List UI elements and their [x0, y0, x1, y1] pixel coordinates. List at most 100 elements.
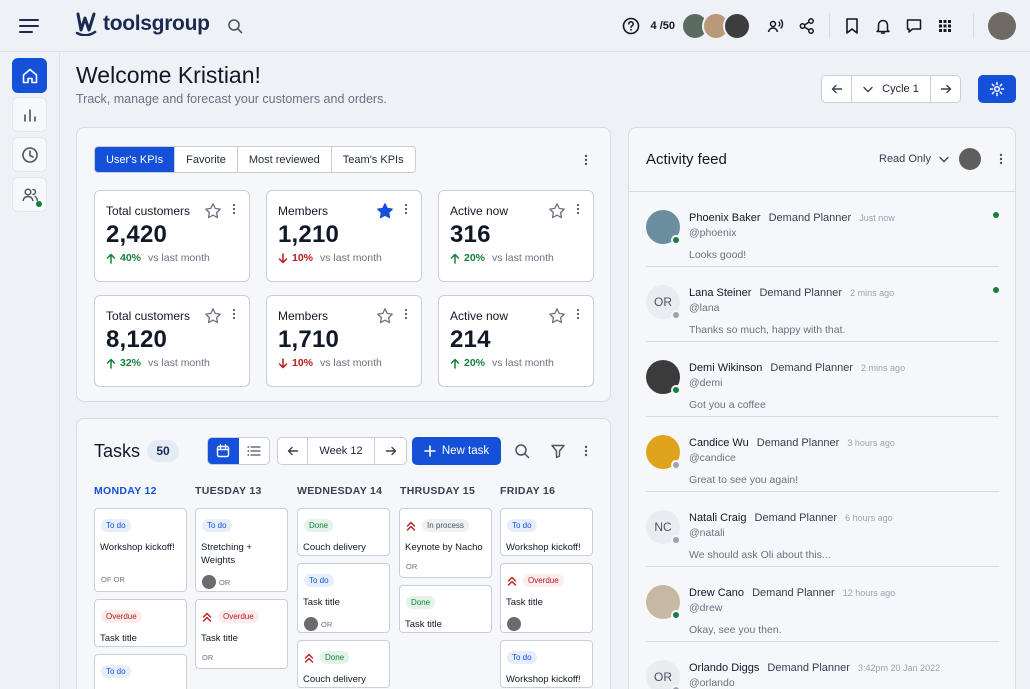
cycle-label: Cycle 1	[882, 83, 919, 95]
task-card[interactable]: Overdue Task title OR	[195, 599, 288, 669]
kpi-card[interactable]: Total customers 8,120 32% vs last month	[94, 295, 250, 387]
user-avatars[interactable]	[681, 12, 751, 40]
task-title: Couch delivery	[303, 542, 366, 553]
feed-avatar[interactable]	[646, 435, 681, 470]
cycle-dropdown[interactable]: Cycle 1	[852, 76, 930, 102]
task-card[interactable]: Overdue Task title	[94, 599, 187, 647]
feed-item[interactable]: NC Natali Craig Demand Planner 6 hours a…	[646, 492, 999, 567]
task-card[interactable]: Done Couch delivery	[297, 508, 390, 556]
feed-avatar[interactable]	[646, 210, 681, 245]
broadcast-icon[interactable]	[765, 16, 785, 36]
day-header: WEDNESDAY 14	[297, 485, 383, 497]
star-icon[interactable]	[548, 307, 566, 325]
task-card[interactable]: To do Workshop kickoff!	[500, 508, 593, 556]
feed-item[interactable]: Candice Wu Demand Planner 3 hours ago @c…	[646, 417, 999, 492]
star-icon[interactable]	[204, 307, 222, 325]
more-options-icon[interactable]	[232, 308, 236, 320]
tab-users-kpis[interactable]: User's KPIs	[95, 147, 176, 172]
feed-avatar[interactable]: NC	[646, 510, 681, 545]
week-label[interactable]: Week 12	[308, 438, 374, 464]
more-options-icon[interactable]	[576, 203, 580, 215]
more-options-icon[interactable]	[232, 203, 236, 215]
star-icon[interactable]	[376, 202, 394, 220]
bell-icon[interactable]	[873, 16, 893, 36]
tab-teams-kpis[interactable]: Team's KPIs	[332, 147, 415, 172]
task-card[interactable]: Done Couch delivery	[297, 640, 390, 688]
chat-icon[interactable]	[904, 16, 924, 36]
search-icon[interactable]	[514, 443, 530, 459]
settings-button[interactable]	[978, 75, 1016, 103]
feed-user-name[interactable]: Orlando Diggs	[689, 662, 759, 674]
task-status-badge: To do	[507, 519, 537, 532]
star-icon[interactable]	[548, 202, 566, 220]
feed-user-name[interactable]: Demi Wikinson	[689, 362, 762, 374]
share-icon[interactable]	[797, 16, 817, 36]
avatar[interactable]	[959, 148, 981, 170]
task-card[interactable]: To do Workshop kickoff!	[94, 654, 187, 689]
tab-most-reviewed[interactable]: Most reviewed	[238, 147, 332, 172]
feed-avatar[interactable]	[646, 360, 681, 395]
feed-user-name[interactable]: Lana Steiner	[689, 287, 751, 299]
search-icon[interactable]	[225, 16, 245, 36]
menu-icon[interactable]	[18, 15, 40, 37]
week-prev-button[interactable]	[278, 438, 308, 464]
more-options-icon[interactable]	[578, 443, 594, 459]
filter-icon[interactable]	[550, 443, 566, 459]
kpi-card[interactable]: Active now 214 20% vs last month	[438, 295, 594, 387]
kpi-card[interactable]: Total customers 2,420 40% vs last month	[94, 190, 250, 282]
read-only-dropdown[interactable]: Read Only	[879, 153, 949, 165]
cycle-prev-button[interactable]	[822, 76, 852, 102]
kpi-title: Members	[278, 309, 329, 323]
task-card[interactable]: Done Task title	[399, 585, 492, 633]
kpi-card[interactable]: Active now 316 20% vs last month	[438, 190, 594, 282]
list-view-button[interactable]	[239, 438, 270, 464]
bookmark-icon[interactable]	[842, 16, 862, 36]
feed-item[interactable]: Demi Wikinson Demand Planner 2 mins ago …	[646, 342, 999, 417]
more-options-icon[interactable]	[993, 151, 1009, 167]
brand-logo[interactable]: toolsgroup	[75, 12, 210, 36]
day-header: FRIDAY 16	[500, 485, 556, 497]
feed-avatar[interactable]: OR	[646, 285, 681, 320]
feed-avatar[interactable]	[646, 585, 681, 620]
new-task-button[interactable]: New task	[412, 437, 501, 465]
task-card[interactable]: To do Workshop kickoff!	[500, 640, 593, 688]
task-status-badge: Done	[304, 519, 334, 532]
sidebar-item-history[interactable]	[12, 137, 47, 172]
feed-user-name[interactable]: Candice Wu	[689, 437, 749, 449]
task-status-badge: In process	[422, 519, 469, 532]
sidebar-item-team[interactable]	[12, 177, 47, 212]
calendar-view-button[interactable]	[208, 438, 239, 464]
star-icon[interactable]	[376, 307, 394, 325]
task-card[interactable]: Overdue Task title	[500, 563, 593, 633]
cycle-next-button[interactable]	[930, 76, 960, 102]
sidebar-item-home[interactable]	[12, 58, 47, 93]
feed-item[interactable]: OR Lana Steiner Demand Planner 2 mins ag…	[646, 267, 999, 342]
more-options-icon[interactable]	[578, 152, 594, 168]
feed-item[interactable]: Phoenix Baker Demand Planner Just now @p…	[646, 192, 999, 267]
more-options-icon[interactable]	[404, 203, 408, 215]
feed-item[interactable]: OR Orlando Diggs Demand Planner 3:42pm 2…	[646, 642, 999, 689]
task-card[interactable]: To do Stretching + Weights OR	[195, 508, 288, 592]
task-status-badge: To do	[507, 651, 537, 664]
kpi-card[interactable]: Members 1,710 10% vs last month	[266, 295, 422, 387]
feed-user-name[interactable]: Phoenix Baker	[689, 212, 761, 224]
kpi-card[interactable]: Members 1,210 10% vs last month	[266, 190, 422, 282]
more-options-icon[interactable]	[576, 308, 580, 320]
feed-user-name[interactable]: Natali Craig	[689, 512, 746, 524]
more-options-icon[interactable]	[404, 308, 408, 320]
task-card[interactable]: In process Keynote by Nacho OR	[399, 508, 492, 578]
week-next-button[interactable]	[374, 438, 406, 464]
sidebar-item-charts[interactable]	[12, 97, 47, 132]
task-card[interactable]: To do Workshop kickoff! OF OR	[94, 508, 187, 592]
feed-user-name[interactable]: Drew Cano	[689, 587, 744, 599]
gear-icon	[989, 81, 1005, 97]
apps-grid-icon[interactable]	[935, 16, 955, 36]
feed-item[interactable]: Drew Cano Demand Planner 12 hours ago @d…	[646, 567, 999, 642]
tasks-panel: Tasks 50 Week 12 New task MONDAY 12 TUES…	[76, 418, 611, 689]
help-icon[interactable]	[621, 16, 641, 36]
feed-avatar[interactable]: OR	[646, 660, 681, 689]
task-card[interactable]: To do Task title OR	[297, 563, 390, 633]
profile-avatar[interactable]	[988, 12, 1016, 40]
star-icon[interactable]	[204, 202, 222, 220]
tab-favorite[interactable]: Favorite	[175, 147, 238, 172]
